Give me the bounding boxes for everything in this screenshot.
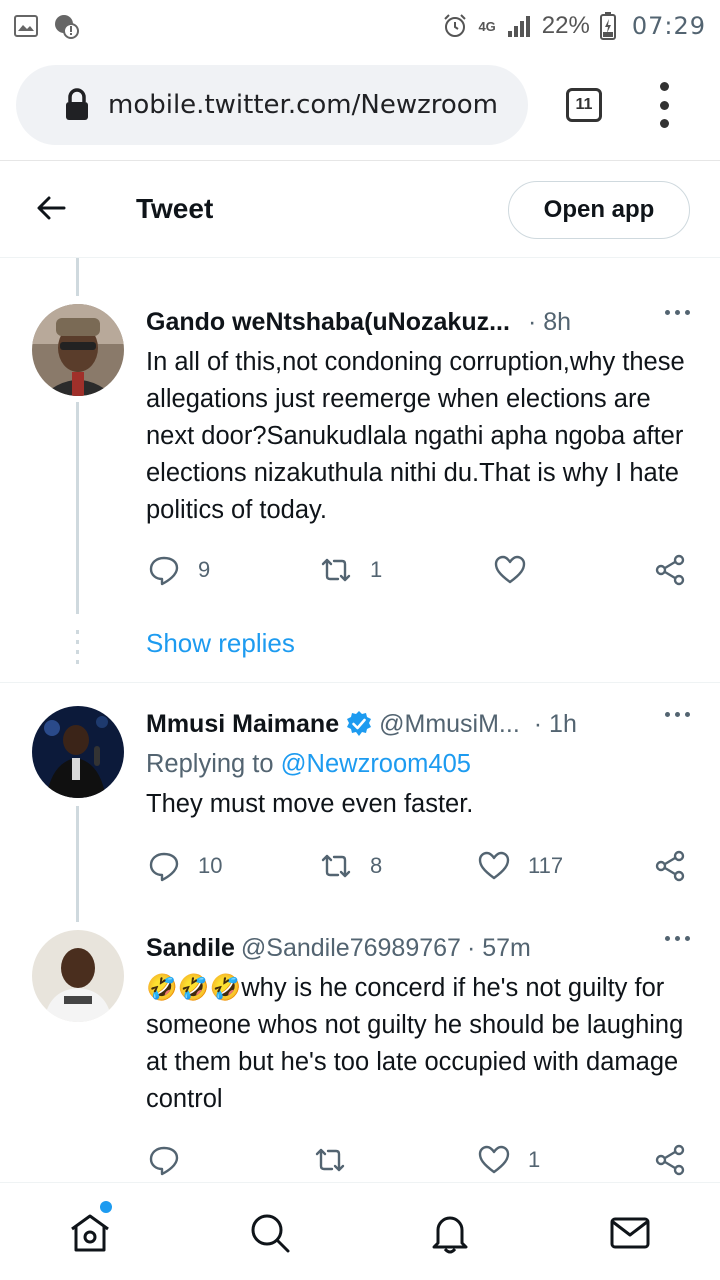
address-bar[interactable]: mobile.twitter.com/Newzroom bbox=[16, 65, 528, 145]
share-button[interactable] bbox=[654, 554, 686, 586]
more-options-icon[interactable] bbox=[665, 936, 690, 941]
status-bar: 4G 22% 07:29 bbox=[0, 0, 720, 52]
retweet-icon bbox=[321, 854, 351, 878]
open-app-button[interactable]: Open app bbox=[508, 181, 690, 239]
mail-icon bbox=[610, 1217, 650, 1249]
url-text: mobile.twitter.com/Newzroom bbox=[108, 90, 498, 120]
avatar[interactable] bbox=[32, 304, 124, 396]
like-count: 117 bbox=[528, 853, 564, 878]
laughing-emoji: 🤣🤣🤣 bbox=[146, 974, 242, 1002]
retweet-count: 1 bbox=[370, 557, 383, 582]
lock-icon bbox=[66, 88, 88, 120]
share-icon bbox=[655, 850, 685, 882]
nav-home[interactable] bbox=[68, 1201, 112, 1255]
replying-mention-link[interactable]: @Newzroom405 bbox=[281, 750, 471, 778]
reply-count: 9 bbox=[198, 557, 211, 582]
tweet-time[interactable]: · 1h bbox=[534, 710, 577, 739]
thread-connector bbox=[76, 258, 79, 296]
more-options-icon[interactable] bbox=[665, 310, 690, 315]
author-name[interactable]: Mmusi Maimane bbox=[146, 710, 339, 739]
like-button[interactable] bbox=[494, 554, 544, 586]
page-header: Tweet Open app bbox=[0, 160, 720, 258]
retweet-icon bbox=[315, 1148, 345, 1172]
notification-dot bbox=[100, 1201, 112, 1213]
bottom-navigation bbox=[0, 1182, 720, 1280]
divider bbox=[0, 682, 720, 683]
like-button[interactable]: 117 bbox=[478, 850, 563, 882]
alarm-icon bbox=[444, 14, 467, 37]
back-arrow-icon[interactable] bbox=[34, 191, 68, 225]
author-handle[interactable]: @Sandile76989767 bbox=[241, 934, 461, 963]
author-handle[interactable]: @MmusiM... bbox=[379, 710, 520, 739]
author-name[interactable]: Gando weNtshaba(uNozakuz... bbox=[146, 308, 510, 337]
thread-connector bbox=[76, 806, 79, 922]
share-icon bbox=[655, 1144, 685, 1176]
share-button[interactable] bbox=[654, 850, 686, 882]
tweet-text: They must move even faster. bbox=[146, 790, 474, 818]
browser-menu-button[interactable] bbox=[652, 82, 676, 128]
search-icon bbox=[251, 1214, 290, 1253]
page-title: Tweet bbox=[136, 193, 214, 224]
share-icon bbox=[655, 554, 685, 586]
tweet-body: 🤣🤣🤣why is he concerd if he's not guilty … bbox=[146, 970, 690, 1118]
author-name[interactable]: Sandile bbox=[146, 934, 235, 963]
browser-bar: mobile.twitter.com/Newzroom 11 bbox=[0, 52, 720, 158]
nav-notifications[interactable] bbox=[428, 1211, 472, 1255]
replying-prefix: Replying to bbox=[146, 750, 274, 778]
reply-icon bbox=[149, 1146, 179, 1176]
retweet-button[interactable]: 8 bbox=[320, 850, 382, 882]
like-button[interactable]: 1 bbox=[478, 1144, 540, 1176]
like-count: 1 bbox=[528, 1147, 541, 1172]
nav-messages[interactable] bbox=[608, 1211, 652, 1255]
heart-icon bbox=[478, 851, 510, 880]
tab-switcher-button[interactable]: 11 bbox=[566, 88, 602, 122]
battery-percent: 22% bbox=[541, 12, 590, 39]
thread-connector bbox=[76, 402, 79, 614]
replying-to: Replying to @Newzroom405 bbox=[146, 746, 690, 782]
avatar[interactable] bbox=[32, 930, 124, 1022]
reply-count: 10 bbox=[198, 853, 223, 878]
gallery-icon bbox=[14, 15, 38, 37]
tweet-time[interactable]: · 8h bbox=[528, 308, 571, 337]
avatar[interactable] bbox=[32, 706, 124, 798]
reply-icon bbox=[149, 852, 179, 882]
signal-icon bbox=[507, 16, 530, 37]
nav-search[interactable] bbox=[248, 1211, 292, 1255]
share-button[interactable] bbox=[654, 1144, 686, 1176]
battery-charging-icon bbox=[599, 12, 616, 40]
network-label: 4G bbox=[478, 18, 496, 34]
retweet-button[interactable]: 1 bbox=[320, 554, 382, 586]
home-icon bbox=[71, 1214, 109, 1252]
reply-button[interactable]: 9 bbox=[148, 554, 210, 586]
tweet-time[interactable]: · 57m bbox=[467, 934, 531, 963]
verified-badge-icon bbox=[347, 711, 372, 736]
more-options-icon[interactable] bbox=[665, 712, 690, 717]
heart-icon bbox=[494, 555, 526, 584]
retweet-button[interactable] bbox=[314, 1144, 364, 1176]
heart-icon bbox=[478, 1145, 510, 1174]
reply-icon bbox=[149, 556, 179, 586]
show-replies-link[interactable]: Show replies bbox=[146, 628, 295, 659]
settings-alert-icon bbox=[55, 15, 79, 39]
retweet-count: 8 bbox=[370, 853, 383, 878]
reply-button[interactable] bbox=[148, 1144, 198, 1176]
tweet-text: In all of this,not condoning corruption,… bbox=[146, 348, 685, 524]
retweet-icon bbox=[321, 558, 351, 582]
clock: 07:29 bbox=[631, 12, 706, 40]
thread-dots bbox=[76, 630, 79, 670]
bell-icon bbox=[432, 1216, 468, 1254]
reply-button[interactable]: 10 bbox=[148, 850, 222, 882]
